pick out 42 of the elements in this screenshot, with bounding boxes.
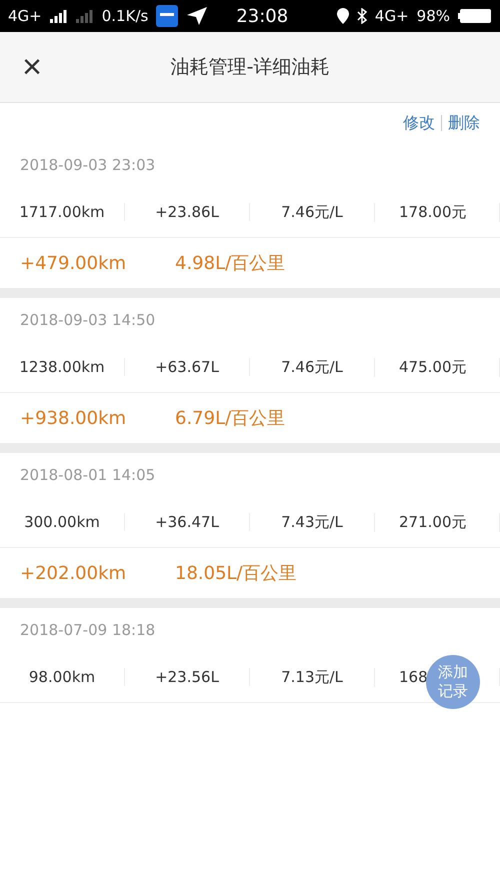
distance-value: +938.00km xyxy=(20,408,128,428)
bluetooth-icon xyxy=(356,8,367,24)
page-title: 油耗管理-详细油耗 xyxy=(170,55,330,80)
consumption-value: 4.98L/百公里 xyxy=(175,252,286,275)
record-date: 2018-09-03 14:50 xyxy=(19,310,156,331)
signal-icon xyxy=(76,9,94,23)
record-value: +23.86L xyxy=(125,203,250,221)
distance-value: +202.00km xyxy=(20,562,128,584)
record-value: 1238.00km xyxy=(0,358,125,376)
record-value: 271.00元 xyxy=(375,512,500,532)
edit-link[interactable]: 修改 xyxy=(403,112,435,134)
app-icon xyxy=(156,5,178,27)
clock: 23:08 xyxy=(236,6,288,26)
record-value: 98.00km xyxy=(0,668,125,686)
record-value: 475.00元 xyxy=(375,358,500,376)
battery-icon xyxy=(458,8,492,24)
close-button[interactable]: × xyxy=(14,49,50,85)
record-value: 7.46元/L xyxy=(250,358,375,376)
record-value: 7.46元/L xyxy=(250,202,375,222)
consumption-value: 6.79L/百公里 xyxy=(175,407,286,430)
location-icon xyxy=(336,8,349,24)
distance-value: +479.00km xyxy=(20,252,128,274)
battery-label: 98% xyxy=(416,7,450,25)
record-date: 2018-08-01 14:05 xyxy=(19,465,156,486)
record-value: 300.00km xyxy=(0,513,125,531)
consumption-value: 18.05L/百公里 xyxy=(175,562,298,585)
record-value: 1717.00km xyxy=(0,203,125,221)
record-value: +23.56L xyxy=(125,668,250,686)
paper-plane-icon xyxy=(186,6,208,26)
record-value: 7.13元/L xyxy=(250,668,375,686)
record-date: 2018-09-03 23:03 xyxy=(19,155,156,176)
record-value: 7.43元/L xyxy=(250,512,375,532)
network-label: 4G+ xyxy=(374,7,409,25)
record-value: +63.67L xyxy=(125,358,250,376)
record-value: 178.00元 xyxy=(375,202,500,222)
record-date: 2018-07-09 18:18 xyxy=(19,620,156,641)
delete-link[interactable]: 删除 xyxy=(448,112,480,134)
speed-label: 0.1K/s xyxy=(102,7,148,25)
add-record-button[interactable]: 添加记录 xyxy=(426,655,480,709)
record-value: +36.47L xyxy=(125,513,250,531)
signal-icon xyxy=(50,9,68,23)
network-label: 4G+ xyxy=(8,7,42,25)
